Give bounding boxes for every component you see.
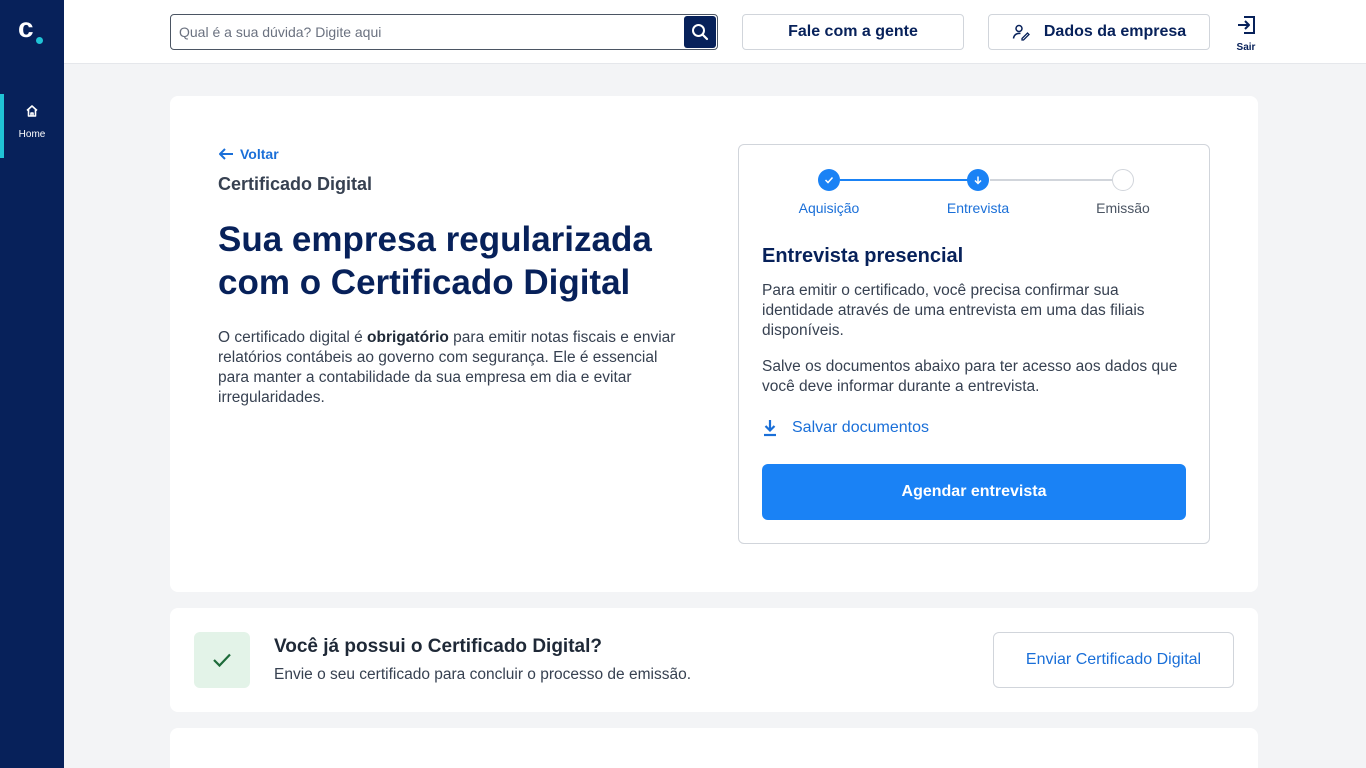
certificate-card: Voltar Certificado Digital Sua empresa r…	[170, 96, 1258, 592]
check-icon	[824, 176, 834, 184]
step-2-label: Entrevista	[946, 200, 1010, 216]
step-1-label: Aquisição	[798, 200, 860, 216]
step-2-dot	[967, 169, 989, 191]
brand-logo[interactable]: c	[18, 14, 46, 46]
user-edit-icon	[1012, 24, 1030, 41]
send-certificate-button[interactable]: Enviar Certificado Digital	[993, 632, 1234, 688]
download-icon	[764, 420, 776, 437]
contact-button[interactable]: Fale com a gente	[742, 14, 964, 50]
search-input[interactable]	[179, 15, 679, 49]
company-data-button[interactable]: Dados da empresa	[988, 14, 1210, 50]
description-text-start: O certificado digital é	[218, 329, 368, 346]
logout-icon	[1238, 16, 1255, 34]
contact-button-label: Fale com a gente	[788, 23, 918, 40]
search-button[interactable]	[684, 16, 716, 48]
logo-letter: c	[18, 12, 34, 43]
logout-button[interactable]: Sair	[1234, 14, 1258, 53]
page-title: Sua empresa regularizada com o Certifica…	[218, 220, 652, 302]
sidebar-item-home[interactable]: Home	[0, 94, 64, 158]
interview-panel: Aquisição Entrevista Emissão Entrevista …	[738, 144, 1210, 544]
panel-text-documents: Salve os documentos abaixo para ter aces…	[762, 358, 1178, 395]
company-data-label: Dados da empresa	[1043, 23, 1187, 40]
description-bold: obrigatório	[367, 329, 449, 346]
top-header: Fale com a gente Dados da empresa Sair	[64, 0, 1366, 64]
logo-dot	[36, 37, 43, 44]
upload-card-text: Envie o seu certificado para concluir o …	[274, 666, 691, 683]
search-icon	[692, 24, 709, 41]
schedule-interview-label: Agendar entrevista	[901, 483, 1047, 500]
send-certificate-label: Enviar Certificado Digital	[1025, 651, 1202, 668]
schedule-interview-button[interactable]: Agendar entrevista	[762, 464, 1186, 520]
panel-title: Entrevista presencial	[762, 245, 964, 267]
active-indicator	[0, 94, 4, 158]
home-icon	[24, 103, 40, 119]
sidebar-item-label: Home	[18, 129, 46, 140]
step-3-label: Emissão	[1096, 200, 1150, 216]
check-icon	[213, 653, 231, 668]
upload-card-title: Você já possui o Certificado Digital?	[274, 636, 602, 657]
logout-label: Sair	[1236, 42, 1256, 53]
progress-stepper: Aquisição Entrevista Emissão	[739, 145, 1211, 225]
save-documents-link[interactable]: Salvar documentos	[762, 419, 929, 437]
arrow-left-icon	[219, 148, 233, 160]
next-card	[170, 728, 1258, 768]
step-3-dot	[1112, 169, 1134, 191]
panel-text-identity: Para emitir o certificado, você precisa …	[762, 282, 1145, 339]
back-link[interactable]: Voltar	[218, 146, 279, 162]
sidebar: c Home	[0, 0, 64, 768]
save-documents-label: Salvar documentos	[792, 419, 929, 436]
back-label: Voltar	[240, 146, 279, 162]
description: O certificado digital é obrigatório para…	[218, 328, 688, 408]
check-badge	[194, 632, 250, 688]
upload-certificate-card: Você já possui o Certificado Digital? En…	[170, 608, 1258, 712]
page-subtitle: Certificado Digital	[218, 174, 373, 194]
search-bar	[170, 14, 718, 50]
step-connector-pending	[990, 179, 1122, 181]
step-connector-done	[840, 179, 978, 181]
arrow-down-icon	[974, 176, 982, 185]
step-1-dot	[818, 169, 840, 191]
